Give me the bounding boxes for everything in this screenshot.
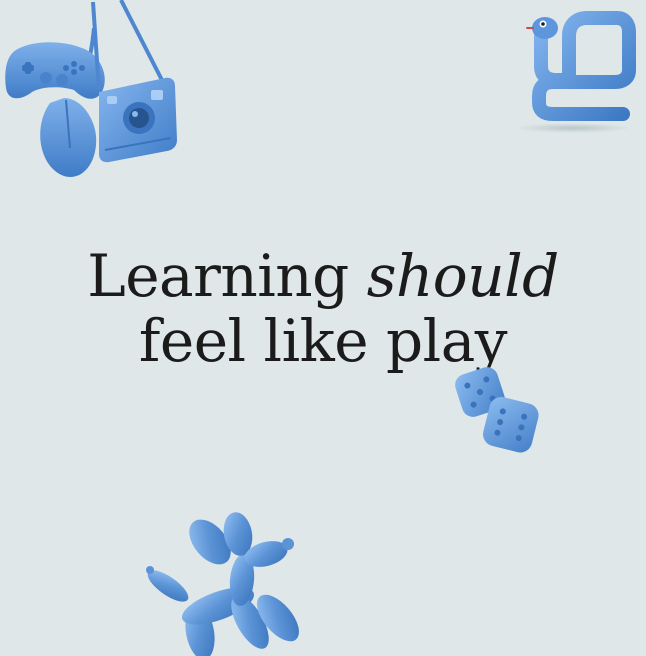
headline-line-1-prefix: Learning bbox=[87, 242, 367, 310]
camera-icon bbox=[91, 0, 177, 163]
headline: Learning should feel like play bbox=[0, 246, 646, 372]
snake-icon bbox=[515, 11, 636, 133]
balloon-dog-icon bbox=[146, 512, 299, 656]
headline-line-2: feel like play bbox=[138, 306, 508, 375]
dice-icon bbox=[455, 367, 539, 453]
hero-canvas: Learning should feel like play bbox=[0, 0, 646, 656]
headline-emphasis: should bbox=[366, 242, 560, 310]
headline-line-1: Learning should bbox=[0, 246, 646, 307]
